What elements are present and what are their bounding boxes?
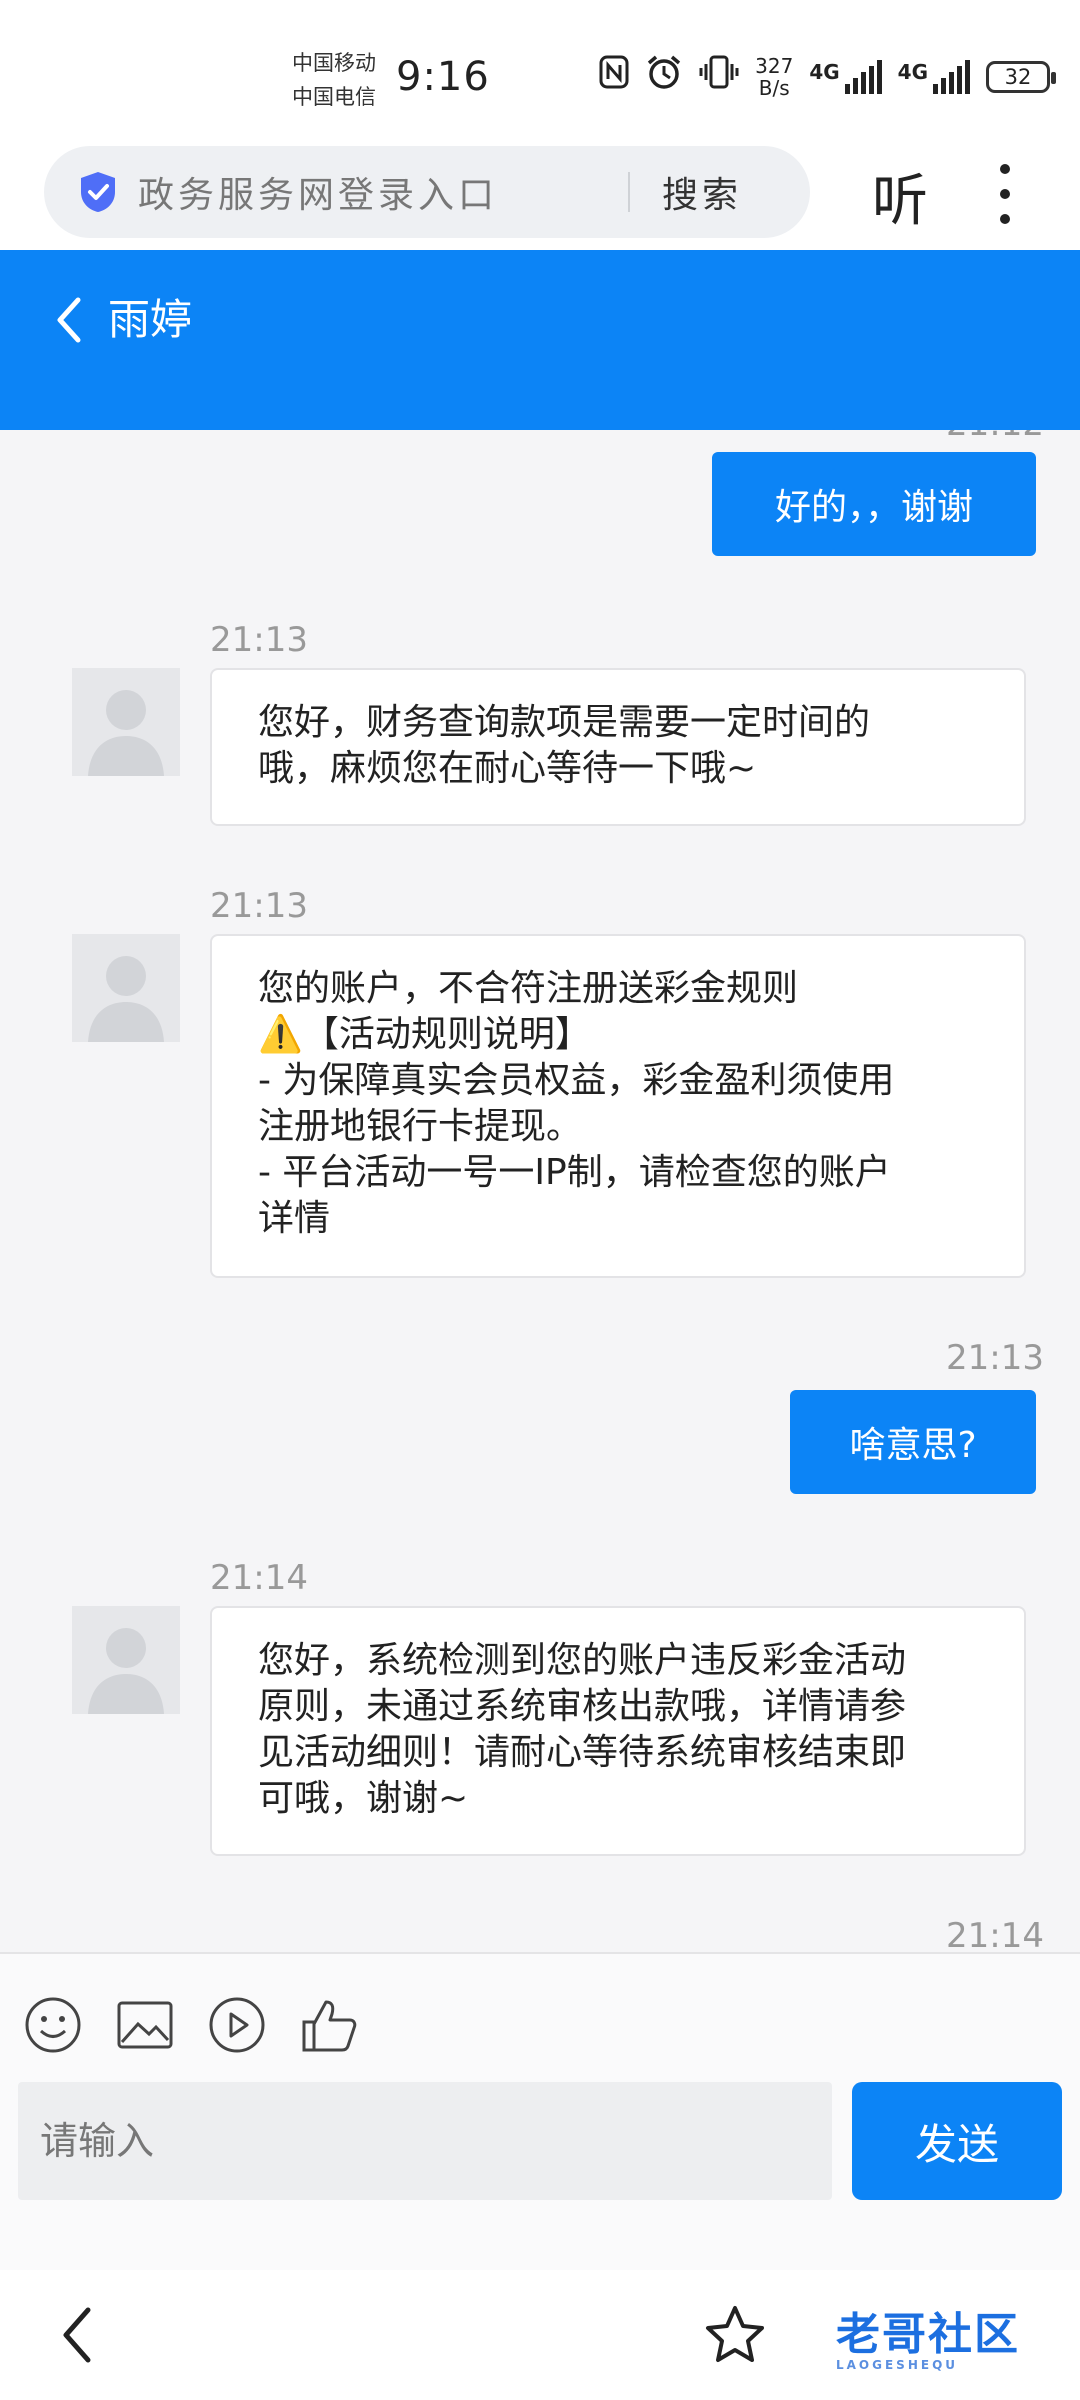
battery-icon: 32 — [986, 60, 1056, 93]
carrier-2: 中国电信 — [292, 85, 376, 109]
shield-icon — [81, 172, 115, 212]
message-timestamp: 21:14 — [946, 1916, 1044, 1952]
network-type-2: 4G — [897, 59, 928, 84]
vibrate-icon — [699, 55, 739, 98]
user-silhouette-icon — [88, 956, 164, 1042]
status-bar: 中国移动 中国电信 9:16 327 B/s 4G 4G 32 — [0, 0, 1080, 140]
outgoing-message-bubble[interactable]: 好的，，谢谢 — [712, 452, 1036, 556]
input-toolbar — [24, 1996, 358, 2054]
signal-icon-2: 4G — [897, 59, 970, 94]
agent-avatar[interactable] — [72, 934, 180, 1042]
watermark-subtext: LAOGESHEQU — [836, 2358, 959, 2372]
message-timestamp: 21:14 — [210, 1558, 308, 1598]
bookmark-star-icon[interactable] — [704, 2304, 766, 2366]
send-button[interactable]: 发送 — [852, 2082, 1062, 2200]
message-timestamp: 21:13 — [210, 886, 308, 926]
watermark-text: 老哥社区 — [836, 2309, 1020, 2360]
timestamp-cut: 21:12 — [946, 430, 1044, 444]
message-list[interactable]: 21:12 好的，，谢谢 21:13 您好，财务查询款项是需要一定时间的 哦，麻… — [0, 430, 1080, 1952]
status-icons: 327 B/s 4G 4G 32 — [599, 54, 1056, 99]
carrier-labels: 中国移动 中国电信 — [292, 46, 376, 114]
net-speed-value: 327 — [755, 53, 794, 78]
message-input[interactable] — [18, 2082, 832, 2200]
net-speed: 327 B/s — [755, 55, 793, 99]
video-icon[interactable] — [208, 1996, 266, 2054]
emoji-icon[interactable] — [24, 1996, 82, 2054]
network-type-1: 4G — [809, 59, 840, 84]
incoming-message-bubble[interactable]: 您好，系统检测到您的账户违反彩金活动 原则，未通过系统审核出款哦，详情请参 见活… — [210, 1606, 1026, 1856]
incoming-message-bubble[interactable]: 您好，财务查询款项是需要一定时间的 哦，麻烦您在耐心等待一下哦~ — [210, 668, 1026, 826]
nfc-icon — [599, 55, 629, 98]
outgoing-message-bubble[interactable]: 啥意思? — [790, 1390, 1036, 1494]
net-speed-unit: B/s — [758, 75, 790, 100]
user-silhouette-icon — [88, 1628, 164, 1714]
search-divider — [628, 172, 630, 212]
browser-bottom-nav: 老哥社区 LAOGESHEQU — [0, 2270, 1080, 2400]
search-box[interactable]: 政务服务网登录入口 搜索 — [44, 146, 810, 238]
battery-level: 32 — [1004, 64, 1032, 89]
user-silhouette-icon — [88, 690, 164, 776]
chat-header: 雨婷 — [0, 250, 1080, 430]
signal-icon: 4G — [809, 59, 882, 94]
image-icon[interactable] — [116, 1996, 174, 2054]
input-area: 发送 — [0, 1952, 1080, 2272]
agent-avatar[interactable] — [72, 668, 180, 776]
alarm-icon — [645, 54, 683, 99]
message-timestamp: 21:13 — [946, 1338, 1044, 1378]
agent-avatar[interactable] — [72, 1606, 180, 1714]
clock: 9:16 — [396, 54, 490, 100]
like-icon[interactable] — [300, 1996, 358, 2054]
search-button[interactable]: 搜索 — [662, 166, 742, 218]
chat-title: 雨婷 — [108, 295, 193, 344]
message-timestamp: 21:13 — [210, 620, 308, 660]
search-query[interactable]: 政务服务网登录入口 — [138, 166, 628, 218]
back-icon[interactable] — [56, 2302, 96, 2368]
back-arrow-icon[interactable] — [48, 290, 88, 350]
carrier-1: 中国移动 — [292, 51, 376, 75]
listen-button[interactable]: 听 — [872, 156, 928, 237]
incoming-message-bubble[interactable]: 您的账户，不合符注册送彩金规则 ⚠️【活动规则说明】 - 为保障真实会员权益，彩… — [210, 934, 1026, 1278]
watermark-logo: 老哥社区 LAOGESHEQU — [836, 2298, 1020, 2372]
more-menu-icon[interactable] — [998, 164, 1012, 224]
browser-bar: 政务服务网登录入口 搜索 听 — [0, 140, 1080, 250]
